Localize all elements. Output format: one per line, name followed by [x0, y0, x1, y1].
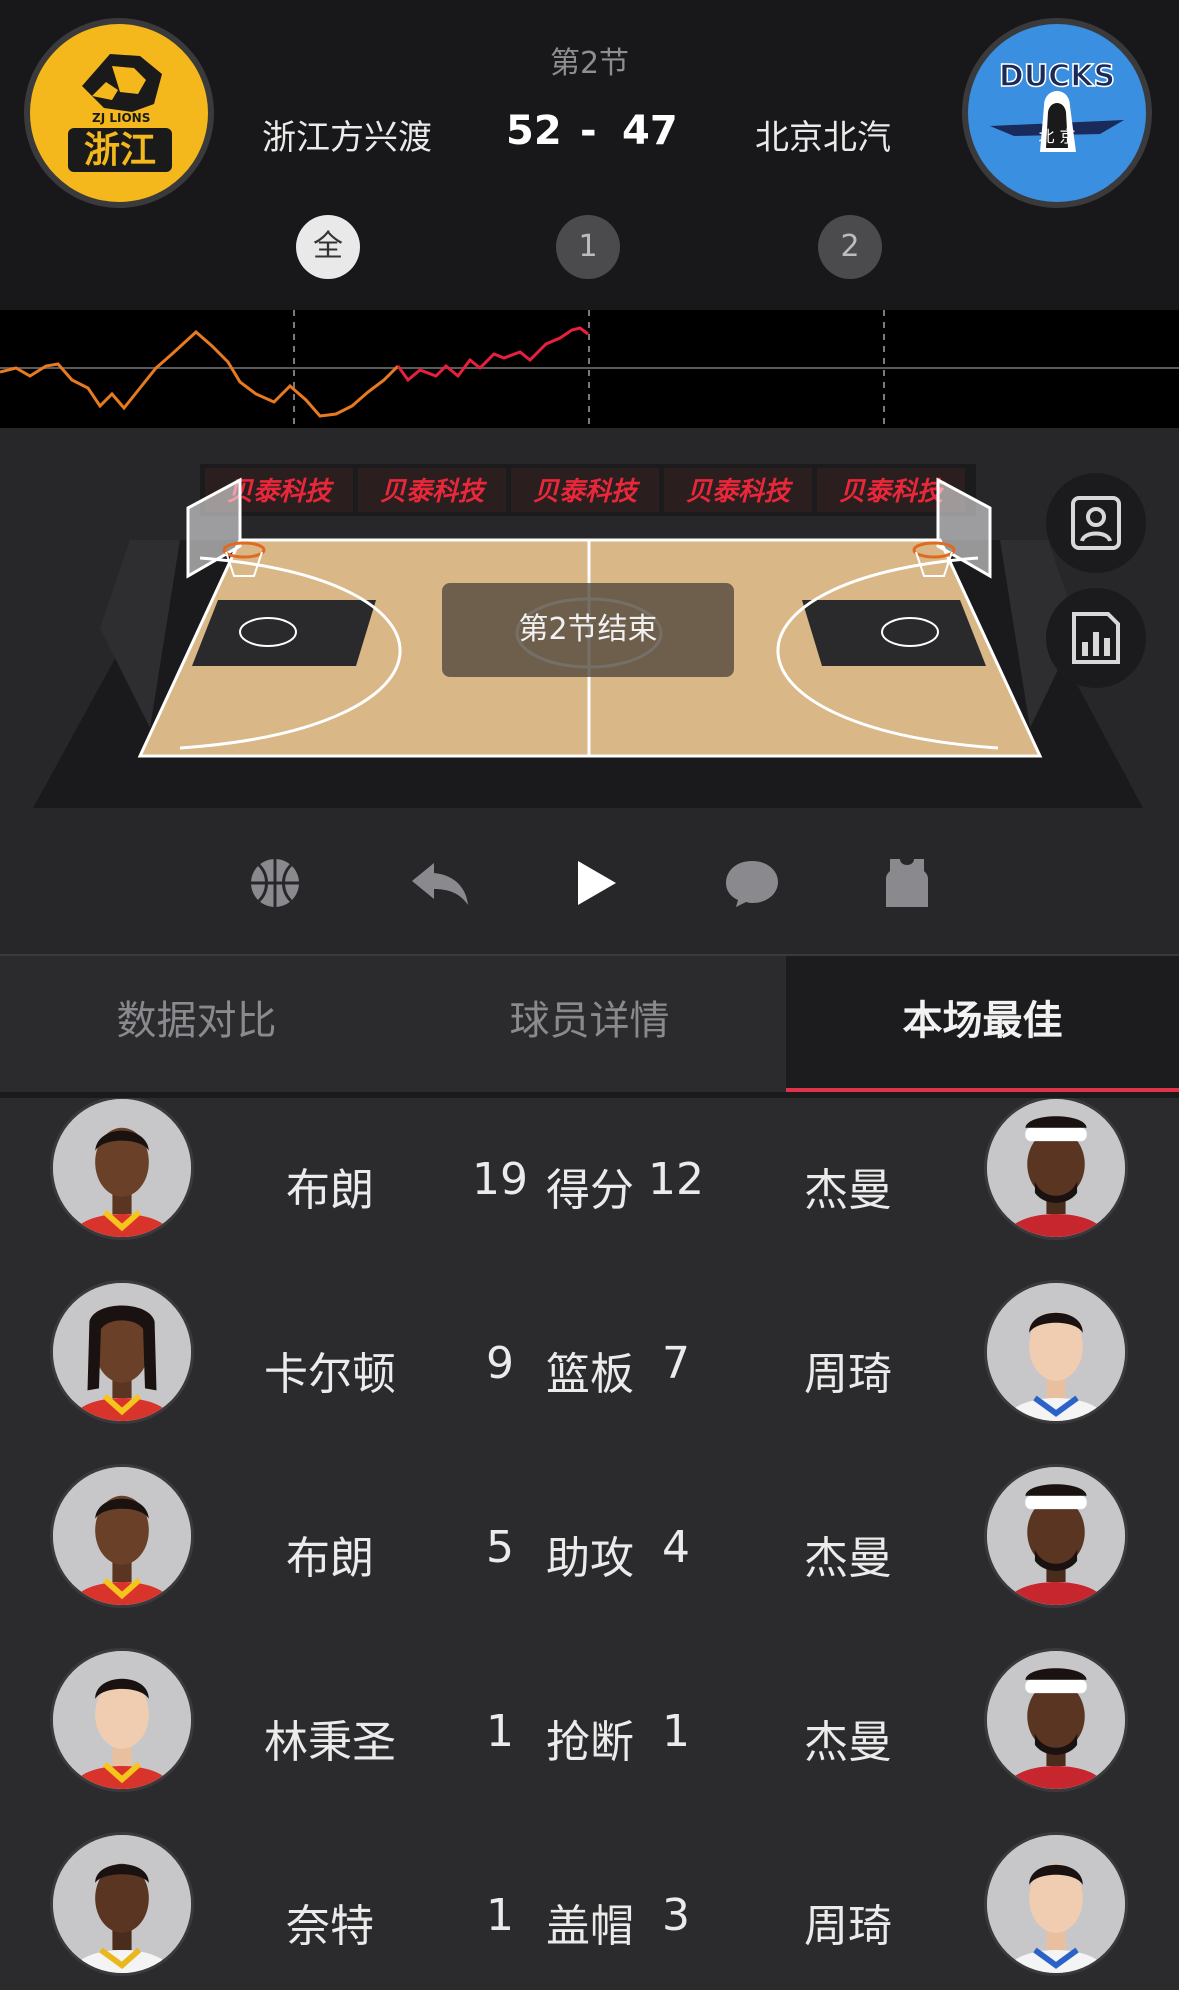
best-row-blocks[interactable]: 奈特 1 盖帽 3 周琦 — [0, 1822, 1179, 1990]
trend-line-early — [0, 329, 400, 418]
away-team-name[interactable]: 北京北汽 — [755, 110, 891, 159]
svg-text:ZJ LIONS: ZJ LIONS — [92, 111, 150, 125]
svg-text:北 京: 北 京 — [1038, 127, 1075, 146]
away-score: 47 — [622, 108, 678, 154]
scoreboard-header: 浙江 ZJ LIONS 第2节 浙江方兴渡 52 - 47 北京北汽 DUCKS… — [0, 0, 1179, 310]
player-avatar-left[interactable] — [50, 1832, 194, 1976]
player-avatar-right[interactable] — [984, 1464, 1128, 1608]
score-trend-chart — [0, 310, 1179, 428]
player-avatar-right[interactable] — [984, 1098, 1128, 1240]
player-name-left: 卡尔顿 — [264, 1349, 396, 1400]
stat-label: 助攻 — [546, 1533, 634, 1584]
basketball-icon — [251, 859, 299, 907]
score-separator: - — [580, 108, 597, 154]
player-avatar-left[interactable] — [50, 1098, 194, 1240]
bar-chart-icon — [1072, 612, 1120, 664]
svg-text:DUCKS: DUCKS — [999, 59, 1115, 94]
svg-text:贝泰科技: 贝泰科技 — [380, 477, 488, 507]
player-avatar-right[interactable] — [984, 1648, 1128, 1792]
quarter-tab-all[interactable]: 全 — [296, 215, 360, 279]
away-team-logo[interactable]: DUCKS 北 京 — [960, 16, 1154, 210]
best-row-points[interactable]: 布朗 19 得分 12 杰曼 — [0, 1098, 1179, 1270]
tab-best-of-game[interactable]: 本场最佳 — [786, 956, 1179, 1094]
comment-button[interactable] — [717, 848, 787, 918]
ad-banner: 贝泰科技 贝泰科技 贝泰科技 贝泰科技 贝泰科技 — [200, 464, 976, 516]
quarter-tab-1[interactable]: 1 — [556, 215, 620, 279]
court-view: 贝泰科技 贝泰科技 贝泰科技 贝泰科技 贝泰科技 第2节结束 — [0, 428, 1179, 808]
player-name-right: 杰曼 — [804, 1717, 892, 1768]
home-score: 52 — [506, 108, 562, 154]
svg-text:浙江: 浙江 — [84, 130, 156, 171]
player-avatar-left[interactable] — [50, 1464, 194, 1608]
basketball-button[interactable] — [240, 848, 310, 918]
best-players-list: 布朗 19 得分 12 杰曼 卡尔顿 9 篮板 7 周琦 布朗 5 助攻 4 杰… — [0, 1098, 1179, 1990]
player-name-right: 周琦 — [804, 1349, 892, 1400]
player-name-right: 周琦 — [804, 1901, 892, 1952]
player-name-right: 杰曼 — [804, 1533, 892, 1584]
stat-value-right: 7 — [662, 1338, 690, 1389]
quarter-tab-2[interactable]: 2 — [818, 215, 882, 279]
svg-text:贝泰科技: 贝泰科技 — [227, 477, 335, 507]
player-avatar-left[interactable] — [50, 1280, 194, 1424]
svg-text:贝泰科技: 贝泰科技 — [686, 477, 794, 507]
live-game-screen: 浙江 ZJ LIONS 第2节 浙江方兴渡 52 - 47 北京北汽 DUCKS… — [0, 0, 1179, 1990]
player-avatar-right[interactable] — [984, 1832, 1128, 1976]
replay-back-icon — [412, 863, 468, 905]
comment-icon — [726, 861, 778, 907]
playback-controls — [0, 808, 1179, 954]
best-row-rebounds[interactable]: 卡尔顿 9 篮板 7 周琦 — [0, 1270, 1179, 1454]
left-paint — [192, 600, 376, 666]
trend-line-late — [396, 326, 589, 383]
home-team-name[interactable]: 浙江方兴渡 — [262, 110, 432, 159]
stat-label: 盖帽 — [546, 1901, 634, 1952]
replay-back-button[interactable] — [405, 848, 475, 918]
stat-value-right: 4 — [662, 1522, 690, 1573]
stat-value-right: 3 — [662, 1890, 690, 1941]
best-row-steals[interactable]: 林秉圣 1 抢断 1 杰曼 — [0, 1638, 1179, 1822]
player-name-left: 奈特 — [286, 1901, 374, 1952]
best-row-assists[interactable]: 布朗 5 助攻 4 杰曼 — [0, 1454, 1179, 1638]
play-button[interactable] — [561, 848, 631, 918]
svg-text:贝泰科技: 贝泰科技 — [533, 477, 641, 507]
player-name-left: 林秉圣 — [264, 1717, 396, 1768]
play-icon — [578, 861, 616, 905]
stat-label: 篮板 — [546, 1349, 634, 1400]
jersey-icon — [886, 859, 928, 907]
svg-text:贝泰科技: 贝泰科技 — [839, 477, 947, 507]
tab-player-details[interactable]: 球员详情 — [393, 956, 786, 1094]
stat-label: 得分 — [546, 1165, 634, 1216]
right-paint — [802, 600, 986, 666]
player-name-right: 杰曼 — [804, 1165, 892, 1216]
player-avatar-right[interactable] — [984, 1280, 1128, 1424]
stats-chart-button[interactable] — [1046, 588, 1146, 688]
detail-tabs: 数据对比 球员详情 本场最佳 — [0, 954, 1179, 1094]
player-name-left: 布朗 — [286, 1165, 374, 1216]
stat-value-right: 1 — [662, 1706, 690, 1757]
court-status-overlay: 第2节结束 — [442, 583, 734, 677]
player-name-left: 布朗 — [286, 1533, 374, 1584]
player-avatar-left[interactable] — [50, 1648, 194, 1792]
stat-label: 抢断 — [546, 1717, 634, 1768]
player-card-icon — [1071, 496, 1121, 550]
stat-value-right: 12 — [648, 1154, 704, 1205]
tab-stats-compare[interactable]: 数据对比 — [0, 956, 393, 1094]
jersey-button[interactable] — [872, 848, 942, 918]
player-card-button[interactable] — [1046, 473, 1146, 573]
